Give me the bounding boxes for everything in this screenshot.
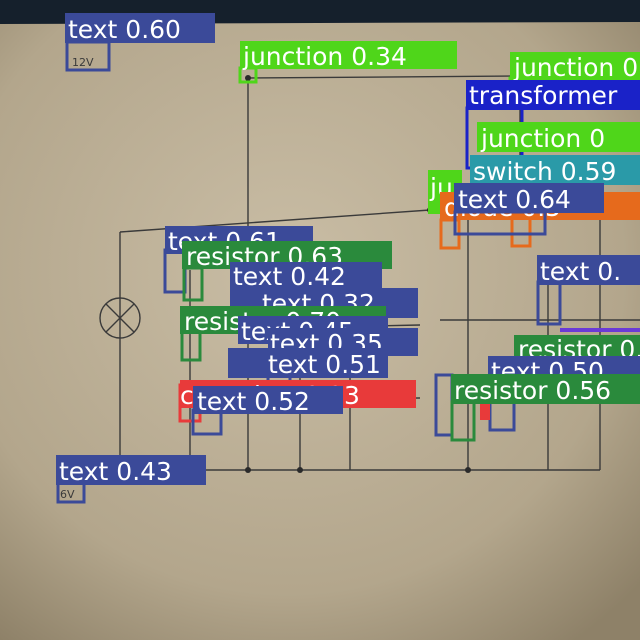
handwritten-6v: 6V — [60, 488, 75, 501]
handwritten-12v: 12V — [72, 56, 94, 69]
det-label: text 0.60 — [68, 15, 181, 44]
det-label: text 0. — [540, 257, 621, 286]
det-label: text 0.42 — [233, 262, 346, 291]
det-label: junction 0 — [480, 124, 605, 153]
annotated-circuit-photo: 12V 6V text 0.60 junction 0.34 junction … — [0, 0, 640, 640]
det-label: transformer — [469, 81, 618, 110]
det-label: text 0.52 — [197, 387, 310, 416]
det-label: text 0.51 — [268, 350, 381, 379]
det-label: text 0.64 — [458, 185, 571, 214]
det-label: text 0.43 — [59, 457, 172, 486]
det-label: switch 0.59 — [473, 157, 616, 186]
det-label: junction 0 — [513, 53, 638, 82]
det-label: junction 0.34 — [242, 42, 407, 71]
det-label: resistor 0.56 — [454, 376, 611, 405]
